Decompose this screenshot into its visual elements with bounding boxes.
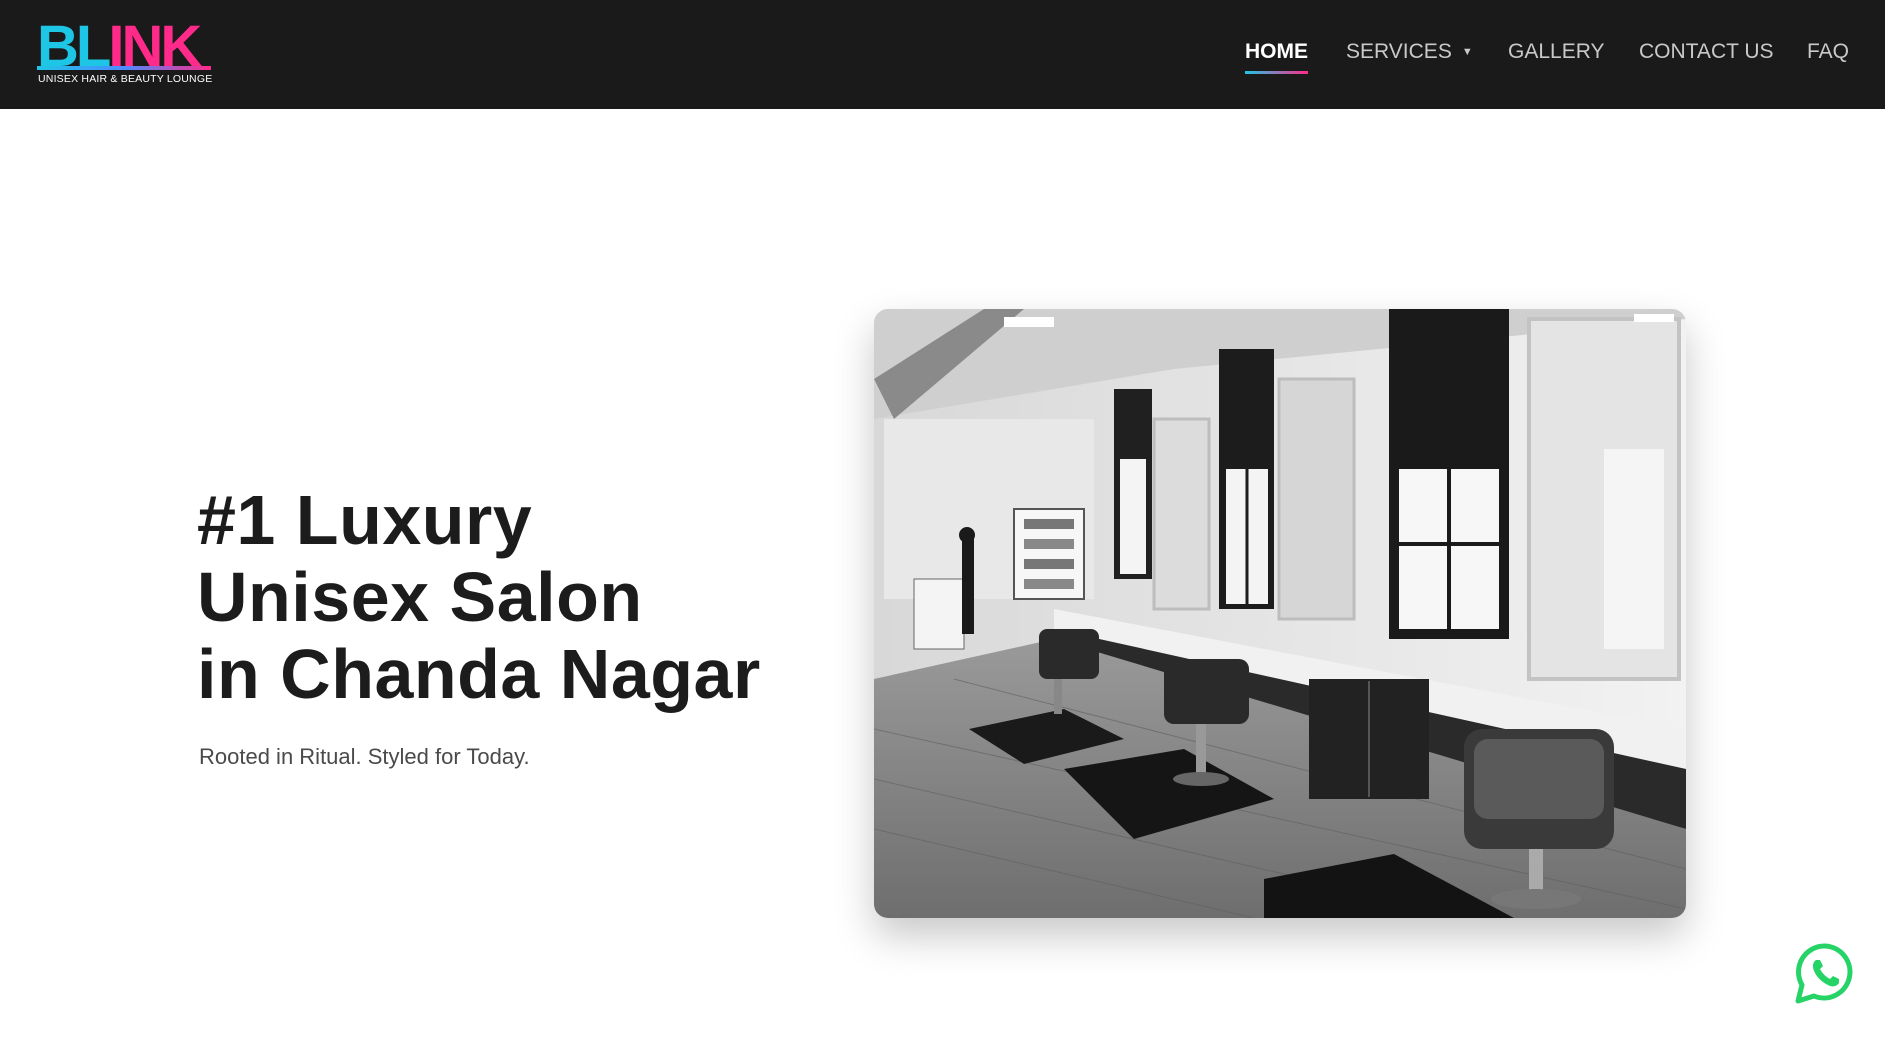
nav-item-label: SERVICES <box>1346 40 1452 63</box>
nav-item-label: HOME <box>1245 40 1308 63</box>
nav-item-services[interactable]: SERVICES ▼ <box>1346 40 1473 64</box>
hero-title: #1 Luxury Unisex Salon in Chanda Nagar <box>197 482 817 713</box>
site-header: BLINK UNISEX HAIR & BEAUTY LOUNGE HOME S… <box>0 0 1885 109</box>
whatsapp-button[interactable] <box>1792 941 1858 1007</box>
nav-item-label: CONTACT US <box>1639 40 1774 63</box>
whatsapp-icon <box>1795 943 1853 1004</box>
hero-title-line: #1 Luxury <box>197 481 533 559</box>
hero-title-line: in Chanda Nagar <box>197 635 761 713</box>
brand-logo[interactable]: BLINK UNISEX HAIR & BEAUTY LOUNGE <box>37 18 217 88</box>
caret-down-icon: ▼ <box>1461 46 1473 58</box>
nav-item-label: FAQ <box>1807 40 1850 63</box>
nav-item-home[interactable]: HOME <box>1245 40 1308 74</box>
logo-underline <box>37 66 211 70</box>
salon-interior-photo <box>874 309 1686 918</box>
nav-item-label: GALLERY <box>1508 40 1605 63</box>
nav-item-contact-us[interactable]: CONTACT US <box>1639 40 1774 64</box>
hero-title-line: Unisex Salon <box>197 558 643 636</box>
active-nav-indicator <box>1245 71 1308 74</box>
nav-item-faq[interactable]: FAQ <box>1807 40 1849 64</box>
logo-tagline: UNISEX HAIR & BEAUTY LOUNGE <box>38 73 213 85</box>
nav-item-gallery[interactable]: GALLERY <box>1508 40 1605 64</box>
hero-subtitle: Rooted in Ritual. Styled for Today. <box>199 744 530 769</box>
